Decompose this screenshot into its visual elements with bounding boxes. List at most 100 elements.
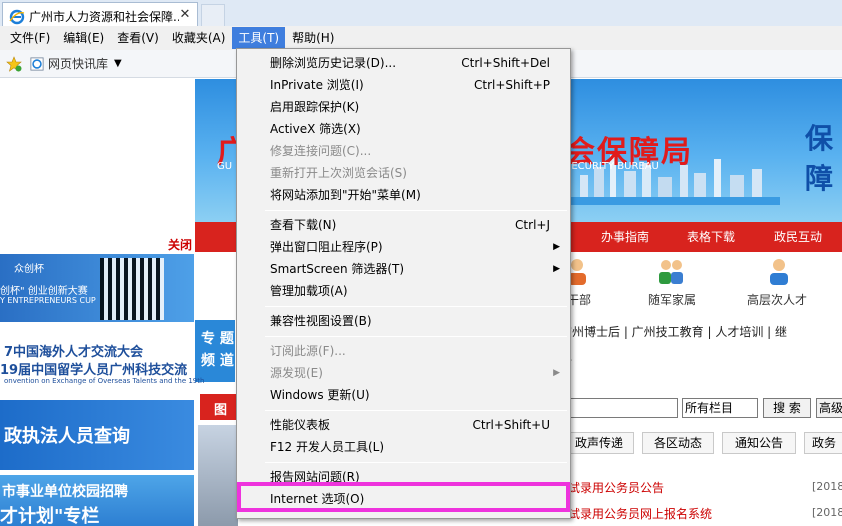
special-label-1: 专 题: [201, 331, 234, 347]
advanced-search-button[interactable]: 高级: [816, 398, 842, 418]
promo1-en: Y ENTREPRENEURS CUP: [0, 296, 96, 305]
menu-fix-connection: 修复连接问题(C)...: [237, 140, 570, 162]
talent-icon[interactable]: [765, 256, 793, 286]
promo4-line2: 才计划"专栏: [0, 506, 100, 526]
menu-item-label: 将网站添加到"开始"菜单(M): [270, 188, 421, 202]
menu-windows-update[interactable]: Windows 更新(U): [237, 384, 570, 406]
menu-view-downloads[interactable]: 查看下载(N) Ctrl+J: [237, 214, 570, 236]
menu-separator: [265, 210, 567, 211]
menu-item-label: 订阅此源(F)...: [270, 344, 346, 358]
promo-campus-recruit[interactable]: 市事业单位校园招聘 才计划"专栏: [0, 475, 194, 526]
search-button[interactable]: 搜 索: [763, 398, 811, 418]
promo1-line: 创杯" 创业创新大赛: [0, 286, 88, 297]
menu-smartscreen[interactable]: SmartScreen 筛选器(T) ▶: [237, 258, 570, 280]
promo4-line1: 市事业单位校园招聘: [2, 484, 128, 500]
menu-separator: [265, 306, 567, 307]
menu-edit[interactable]: 编辑(E): [57, 27, 110, 49]
favorites-star-icon[interactable]: [6, 55, 22, 72]
nav-guide[interactable]: 办事指南: [601, 228, 649, 245]
menu-item-label: Windows 更新(U): [270, 388, 370, 402]
menu-tools[interactable]: 工具(T): [232, 27, 286, 49]
menu-popup-blocker[interactable]: 弹出窗口阻止程序(P) ▶: [237, 236, 570, 258]
submenu-arrow-icon: ▶: [553, 242, 560, 252]
news-item[interactable]: 试录用公务员网上报名系统: [568, 505, 712, 522]
promo-law-enforcement-query[interactable]: 政执法人员查询: [0, 400, 194, 470]
menu-item-label: SmartScreen 筛选器(T): [270, 262, 405, 276]
promo2-line1: 7中国海外人才交流大会: [4, 345, 144, 360]
menu-separator: [265, 462, 567, 463]
submenu-arrow-icon: ▶: [553, 264, 560, 274]
menu-subscribe-feed: 订阅此源(F)...: [237, 340, 570, 362]
menu-item-label: 管理加载项(A): [270, 284, 348, 298]
menu-tracking-protection[interactable]: 启用跟踪保护(K): [237, 96, 570, 118]
chevron-down-icon[interactable]: ▼: [114, 58, 122, 69]
news-tab-district[interactable]: 各区动态: [642, 432, 714, 454]
menu-item-label: 查看下载(N): [270, 218, 337, 232]
web-slice-gallery-link[interactable]: 网页快讯库: [48, 55, 108, 72]
promo-overseas-talent[interactable]: 7中国海外人才交流大会 19届中国留学人员广州科技交流 onvention on…: [0, 325, 204, 397]
submenu-arrow-icon: ▶: [553, 368, 560, 378]
search-scope-select[interactable]: 所有栏目: [682, 398, 758, 418]
web-slice-icon: [30, 56, 44, 71]
tab-close-icon[interactable]: ✕: [177, 7, 193, 23]
news-tab-policy[interactable]: 政声传递: [564, 432, 634, 454]
menu-help[interactable]: 帮助(H): [286, 27, 340, 49]
menu-item-label: 性能仪表板: [270, 418, 331, 432]
ie-logo-icon: [9, 9, 25, 24]
news-item[interactable]: 试录用公务员公告: [568, 479, 664, 496]
nav-interaction[interactable]: 政民互动: [774, 228, 822, 245]
promo2-en: onvention on Exchange of Overseas Talent…: [4, 377, 205, 385]
special-channel[interactable]: 专 题 频 道: [195, 320, 235, 382]
menu-favorites[interactable]: 收藏夹(A): [166, 27, 232, 49]
menu-item-label: ActiveX 筛选(X): [270, 122, 361, 136]
close-link[interactable]: 关闭: [168, 236, 192, 253]
menu-item-label: 源发现(E): [270, 366, 323, 380]
special-label-2: 频 道: [201, 353, 234, 369]
left-blank-area: [0, 79, 194, 251]
site-search-input[interactable]: [560, 398, 678, 418]
new-tab-button[interactable]: [201, 4, 225, 28]
menu-item-label: InPrivate 浏览(I): [270, 78, 364, 92]
menu-item-shortcut: Ctrl+J: [515, 218, 550, 232]
icon-caption-family[interactable]: 随军家属: [648, 291, 696, 308]
menu-item-label: 弹出窗口阻止程序(P): [270, 240, 383, 254]
menu-item-label: 兼容性视图设置(B): [270, 314, 372, 328]
promo1-title: 众创杯: [14, 264, 44, 275]
banner-right-text: 保 障: [805, 122, 834, 195]
menu-delete-history[interactable]: 删除浏览历史记录(D)... Ctrl+Shift+Del: [237, 52, 570, 74]
news-date: [2018-: [812, 480, 842, 493]
nav-forms[interactable]: 表格下载: [687, 228, 735, 245]
banner-subtitle-en: SECURITY BUREAU: [565, 161, 659, 172]
internet-options-highlight: [237, 482, 570, 512]
menu-reopen-session: 重新打开上次浏览会话(S): [237, 162, 570, 184]
quick-links-row[interactable]: 广州博士后 | 广州技工教育 | 人才培训 | 继: [560, 323, 787, 340]
menu-file[interactable]: 文件(F): [4, 27, 56, 49]
banner-en-left: GU: [217, 161, 233, 172]
promo2-line2: 19届中国留学人员广州科技交流: [0, 363, 188, 378]
menu-performance-dashboard[interactable]: 性能仪表板 Ctrl+Shift+U: [237, 414, 570, 436]
menu-add-to-start[interactable]: 将网站添加到"开始"菜单(M): [237, 184, 570, 206]
news-photo[interactable]: [198, 425, 238, 526]
menu-f12-devtools[interactable]: F12 开发人员工具(L): [237, 436, 570, 458]
menu-separator: [265, 336, 567, 337]
menu-inprivate[interactable]: InPrivate 浏览(I) Ctrl+Shift+P: [237, 74, 570, 96]
menu-activex-filter[interactable]: ActiveX 筛选(X): [237, 118, 570, 140]
menu-item-label: F12 开发人员工具(L): [270, 440, 385, 454]
browser-window: 广州市人力资源和社会保障... ✕ 文件(F) 编辑(E) 查看(V) 收藏夹(…: [0, 0, 842, 526]
news-tab-gov[interactable]: 政务: [804, 432, 842, 454]
menu-separator: [265, 410, 567, 411]
news-tab-notice[interactable]: 通知公告: [722, 432, 796, 454]
news-date: [2018-: [812, 506, 842, 519]
menu-view[interactable]: 查看(V): [111, 27, 165, 49]
menu-item-shortcut: Ctrl+Shift+U: [472, 418, 550, 432]
menu-item-label: 启用跟踪保护(K): [270, 100, 360, 114]
promo-entrepreneur-cup[interactable]: 众创杯 创杯" 创业创新大赛 Y ENTREPRENEURS CUP: [0, 254, 194, 322]
menu-compat-view[interactable]: 兼容性视图设置(B): [237, 310, 570, 332]
menu-bar: 文件(F) 编辑(E) 查看(V) 收藏夹(A) 工具(T) 帮助(H): [0, 26, 842, 50]
icon-caption-talent[interactable]: 高层次人才: [747, 291, 807, 308]
tab-title: 广州市人力资源和社会保障...: [29, 10, 179, 24]
menu-item-shortcut: Ctrl+Shift+P: [474, 78, 550, 92]
family-icon[interactable]: [657, 256, 685, 286]
menu-feed-discovery: 源发现(E) ▶: [237, 362, 570, 384]
menu-manage-addons[interactable]: 管理加载项(A): [237, 280, 570, 302]
